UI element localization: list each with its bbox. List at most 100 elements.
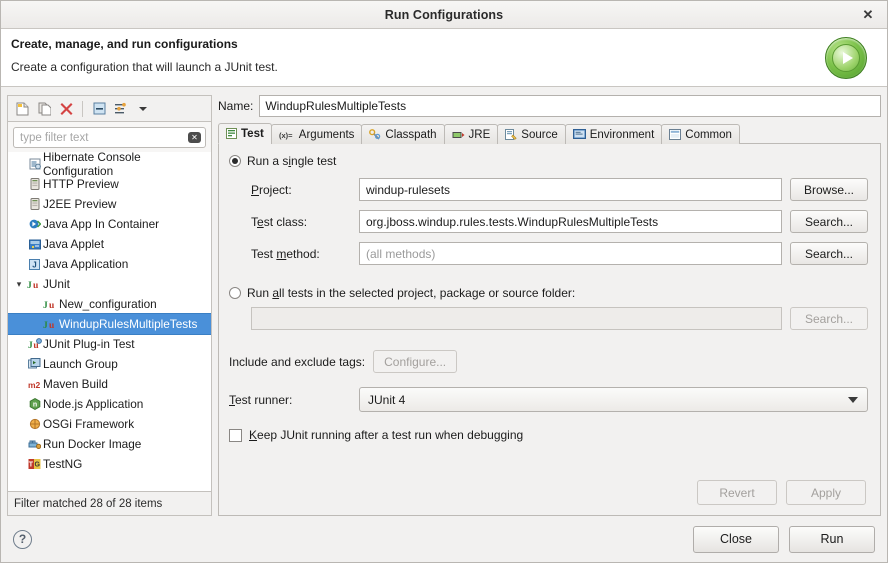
tree-expander-icon[interactable]: ▾	[12, 279, 26, 290]
filter-launch-configurations-icon[interactable]	[111, 99, 131, 119]
tab-jre[interactable]: JRE	[444, 124, 499, 144]
close-icon[interactable]: ✕	[858, 5, 878, 25]
clear-field-icon[interactable]: ✕	[188, 132, 201, 143]
test-method-label: Test method:	[251, 247, 351, 261]
test-class-input[interactable]: org.jboss.windup.rules.tests.WindupRules…	[359, 210, 782, 233]
junit-icon: Ju	[26, 279, 43, 290]
maven-icon: m2	[26, 379, 43, 390]
run-button[interactable]: Run	[789, 526, 875, 553]
run-all-tests-search-button: Search...	[790, 307, 868, 330]
sidebar-item-run-docker-image[interactable]: Run Docker Image	[8, 434, 211, 454]
java-container-icon	[26, 218, 43, 230]
java-applet-icon	[26, 239, 43, 250]
configure-tags-button: Configure...	[373, 350, 457, 373]
test-class-search-button[interactable]: Search...	[790, 210, 868, 233]
test-runner-select[interactable]: JUnit 4	[359, 387, 868, 412]
svg-text:J: J	[43, 321, 48, 330]
sidebar-item-node-js-application[interactable]: n Node.js Application	[8, 394, 211, 414]
junit-icon: Ju	[42, 319, 59, 330]
sidebar-item-junit-plug-in-test[interactable]: JuJUnit Plug-in Test	[8, 334, 211, 354]
sidebar-item-j2ee-preview[interactable]: J2EE Preview	[8, 194, 211, 214]
name-label: Name:	[218, 99, 253, 113]
sidebar-item-hibernate-console-configuration[interactable]: Hibernate Console Configuration	[8, 154, 211, 174]
sidebar-item-java-app-in-container[interactable]: Java App In Container	[8, 214, 211, 234]
tab-test[interactable]: Test	[218, 123, 272, 144]
delete-configuration-icon[interactable]	[56, 99, 76, 119]
filter-area: type filter text ✕	[8, 122, 211, 152]
sidebar-item-label: Java App In Container	[43, 217, 159, 231]
svg-text:G: G	[34, 462, 40, 469]
run-single-test-radio[interactable]	[229, 155, 241, 167]
run-single-test-radio-row[interactable]: Run a single test	[229, 154, 868, 168]
configuration-name-input[interactable]: WindupRulesMultipleTests	[259, 95, 881, 117]
collapse-all-icon[interactable]	[89, 99, 109, 119]
sidebar-item-label: J2EE Preview	[43, 197, 116, 211]
dialog-body: type filter text ✕ Hibernate Console Con…	[1, 87, 887, 516]
run-configurations-dialog: Run Configurations ✕ Create, manage, and…	[0, 0, 888, 563]
svg-text:T: T	[29, 462, 34, 469]
junit-icon: Ju	[42, 299, 59, 310]
sidebar-item-osgi-framework[interactable]: OSGi Framework	[8, 414, 211, 434]
search-input[interactable]: type filter text ✕	[13, 127, 206, 148]
test-method-search-button[interactable]: Search...	[790, 242, 868, 265]
new-configuration-icon[interactable]	[12, 99, 32, 119]
run-all-tests-radio[interactable]	[229, 287, 241, 299]
project-input[interactable]: windup-rulesets	[359, 178, 782, 201]
test-runner-row: Test runner: JUnit 4	[229, 387, 868, 412]
sidebar-item-label: JUnit	[43, 277, 70, 291]
sidebar-item-launch-group[interactable]: Launch Group	[8, 354, 211, 374]
dialog-header: Create, manage, and run configurations C…	[1, 29, 887, 87]
sidebar-item-java-application[interactable]: JJava Application	[8, 254, 211, 274]
filter-status-text: Filter matched 28 of 28 items	[7, 492, 212, 516]
sidebar-item-java-applet[interactable]: Java Applet	[8, 234, 211, 254]
svg-text:n: n	[32, 402, 36, 409]
tab-arguments[interactable]: (x)= Arguments	[271, 124, 363, 144]
svg-text:J: J	[28, 341, 33, 350]
sidebar-item-label: Maven Build	[43, 377, 108, 391]
keep-junit-running-checkbox[interactable]	[229, 429, 242, 442]
close-button[interactable]: Close	[693, 526, 779, 553]
arguments-tab-icon: (x)=	[279, 130, 295, 140]
sidebar-item-junit[interactable]: ▾JuJUnit	[8, 274, 211, 294]
run-all-tests-label: Run all tests in the selected project, p…	[247, 286, 575, 300]
tab-label: JRE	[469, 129, 491, 141]
tab-bar: Test (x)= Arguments Classpath JRE Source Envir…	[218, 123, 881, 144]
run-all-tests-input-row: Search...	[229, 307, 868, 330]
environment-tab-icon	[573, 129, 586, 140]
tab-classpath[interactable]: Classpath	[361, 124, 444, 144]
run-all-tests-radio-row[interactable]: Run all tests in the selected project, p…	[229, 286, 868, 300]
osgi-icon	[26, 418, 43, 430]
browse-button[interactable]: Browse...	[790, 178, 868, 201]
sidebar-item-testng[interactable]: TGTestNG	[8, 454, 211, 474]
sidebar-item-label: JUnit Plug-in Test	[43, 337, 135, 351]
common-tab-icon	[669, 129, 681, 140]
revert-button: Revert	[697, 480, 777, 505]
sidebar-item-maven-build[interactable]: m2Maven Build	[8, 374, 211, 394]
configurations-tree[interactable]: Hibernate Console ConfigurationHTTP Prev…	[8, 152, 211, 491]
test-method-input[interactable]: (all methods)	[359, 242, 782, 265]
test-runner-label: Test runner:	[229, 393, 351, 407]
hibernate-icon	[26, 158, 43, 170]
name-row: Name: WindupRulesMultipleTests	[218, 95, 881, 117]
footer-buttons: Close Run	[693, 526, 875, 553]
launch-group-icon	[26, 358, 43, 370]
chevron-down-icon	[848, 397, 858, 403]
sidebar-item-label: Node.js Application	[43, 397, 143, 411]
tab-common[interactable]: Common	[661, 124, 740, 144]
duplicate-configuration-icon[interactable]	[34, 99, 54, 119]
tab-source[interactable]: Source	[497, 124, 565, 144]
view-menu-chevron-icon[interactable]	[133, 99, 153, 119]
server-icon	[26, 198, 43, 210]
run-all-tests-input	[251, 307, 782, 330]
classpath-tab-icon	[369, 129, 381, 140]
sidebar-item-winduprulesmultipletests[interactable]: JuWindupRulesMultipleTests	[8, 314, 211, 334]
tab-environment[interactable]: Environment	[565, 124, 663, 144]
jre-tab-icon	[452, 130, 465, 140]
tab-label: Source	[521, 129, 557, 141]
help-question-icon[interactable]: ?	[13, 530, 32, 549]
filter-placeholder: type filter text	[20, 132, 188, 144]
keep-junit-running-row[interactable]: Keep JUnit running after a test run when…	[229, 428, 868, 442]
sidebar-item-new-configuration[interactable]: JuNew_configuration	[8, 294, 211, 314]
svg-text:J: J	[43, 301, 48, 310]
tab-label: Arguments	[299, 129, 355, 141]
